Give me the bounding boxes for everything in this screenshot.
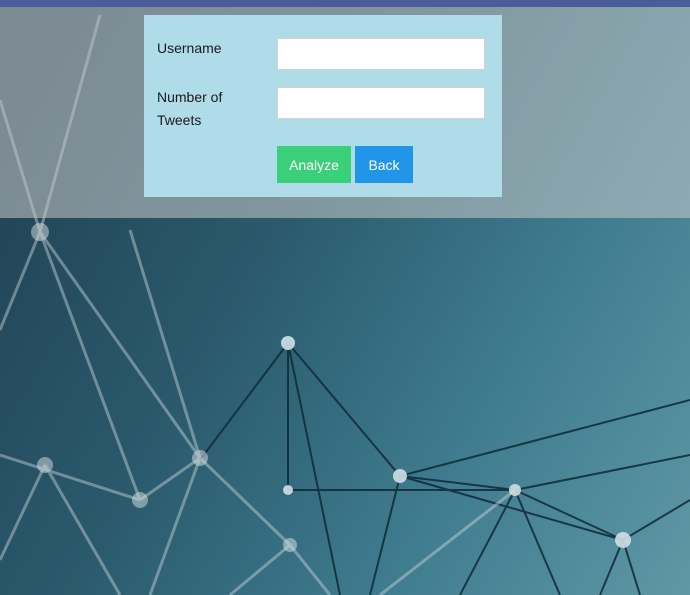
number-of-tweets-label: Number of Tweets (157, 89, 223, 128)
page: Username Number of Tweets Analyze Back (0, 0, 690, 595)
back-button[interactable]: Back (355, 146, 413, 183)
top-bar (0, 0, 690, 7)
username-input[interactable] (277, 38, 485, 70)
username-label: Username (157, 40, 222, 56)
number-of-tweets-input[interactable] (277, 87, 485, 119)
analyze-form: Username Number of Tweets Analyze Back (144, 15, 502, 197)
analyze-button[interactable]: Analyze (277, 146, 351, 183)
